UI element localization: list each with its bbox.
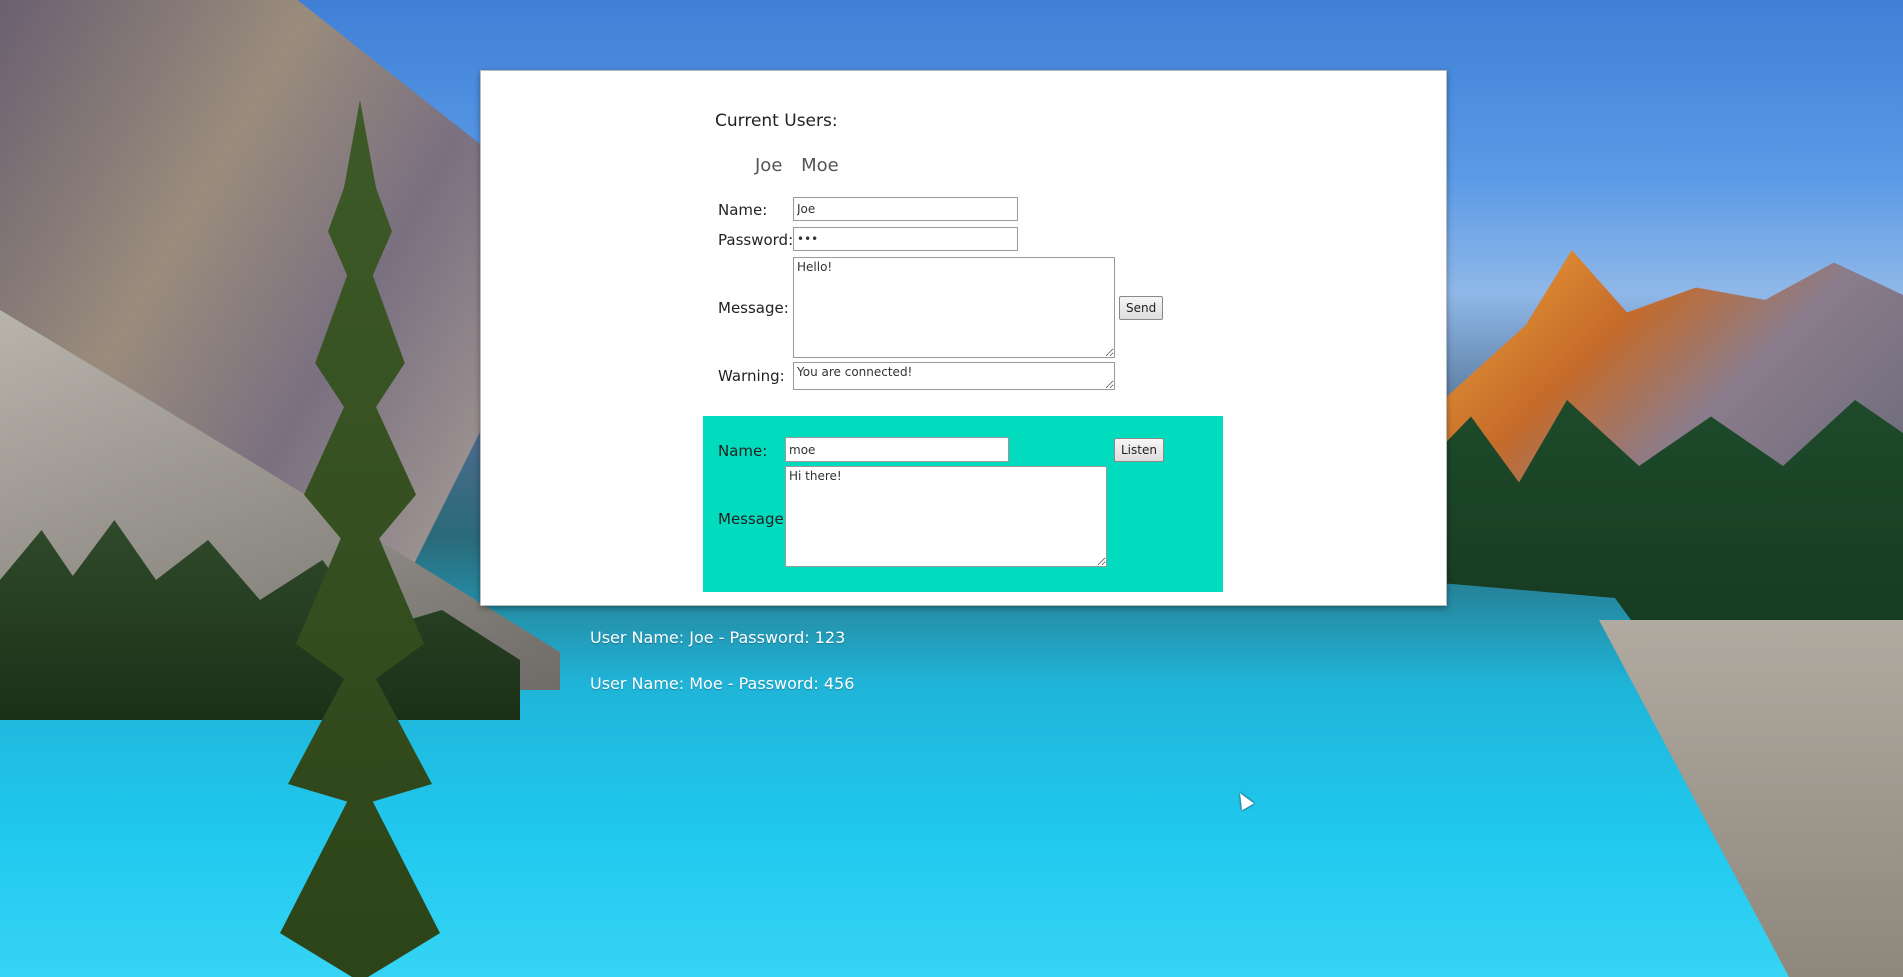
- listener-message-label: Message:: [718, 510, 789, 528]
- listener-name-label: Name:: [718, 442, 768, 460]
- user-item: Moe: [801, 155, 839, 176]
- message-textarea[interactable]: Hello!: [793, 257, 1115, 358]
- credential-line: User Name: Moe - Password: 456: [590, 674, 855, 693]
- send-button[interactable]: Send: [1119, 296, 1164, 320]
- password-label: Password:: [718, 231, 794, 249]
- name-input[interactable]: [793, 197, 1018, 221]
- credential-line: User Name: Joe - Password: 123: [590, 628, 846, 647]
- background-shore: [1599, 620, 1903, 977]
- mouse-cursor-icon: [1233, 789, 1255, 811]
- message-label: Message:: [718, 299, 789, 317]
- chat-panel: Current Users: Joe Moe Name: Password: M…: [480, 70, 1447, 606]
- user-item: Joe: [755, 155, 783, 176]
- user-list: Joe Moe: [755, 155, 852, 176]
- password-input[interactable]: [793, 227, 1018, 251]
- listener-message-textarea[interactable]: Hi there!: [785, 466, 1107, 567]
- listen-button[interactable]: Listen: [1114, 438, 1164, 462]
- warning-textarea[interactable]: You are connected!: [793, 362, 1115, 390]
- current-users-title: Current Users:: [715, 111, 838, 131]
- listener-name-input[interactable]: [785, 437, 1009, 462]
- listener-panel: Name: Listen Message: Hi there!: [703, 416, 1223, 592]
- warning-label: Warning:: [718, 367, 785, 385]
- name-label: Name:: [718, 201, 768, 219]
